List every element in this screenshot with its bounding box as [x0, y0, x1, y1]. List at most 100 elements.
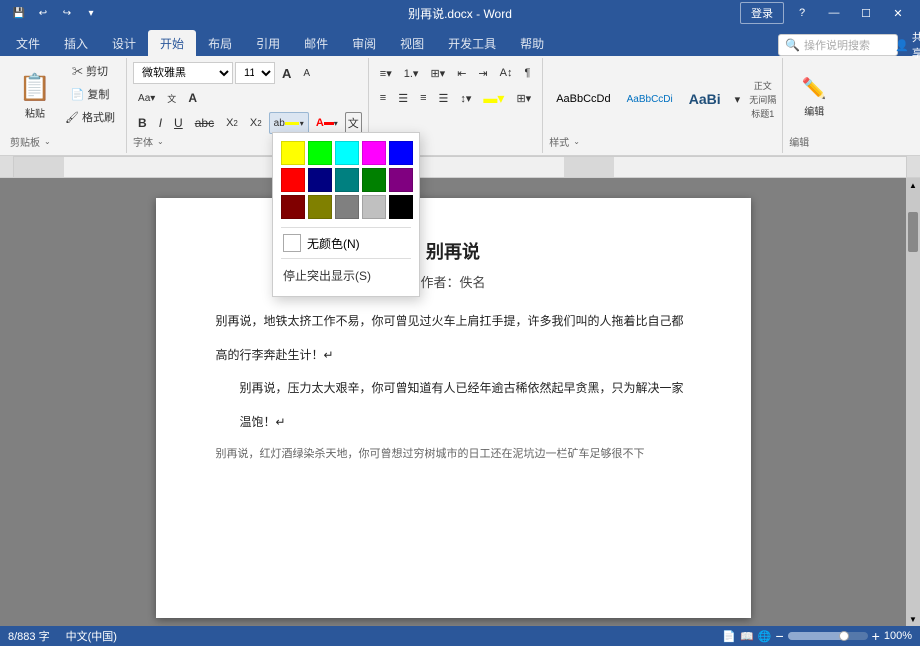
highlight-color-button[interactable]: ab ▾: [269, 112, 309, 134]
underline-button[interactable]: U: [169, 112, 188, 134]
zoom-in-button[interactable]: +: [872, 628, 880, 644]
cut-button[interactable]: ✂ 剪切: [60, 60, 120, 82]
align-right-button[interactable]: ≡: [415, 87, 431, 109]
doc-para-3[interactable]: 别再说，压力太大艰辛，你可曾知道有人已经年逾古稀依然起早贪黑，只为解决一家: [216, 378, 691, 400]
color-swatch-000080[interactable]: [308, 168, 332, 192]
strikethrough-button[interactable]: abc: [190, 112, 219, 134]
clipboard-expand-icon[interactable]: ⌄: [44, 137, 51, 146]
bullets-button[interactable]: ≡▾: [375, 62, 397, 84]
tab-references[interactable]: 引用: [244, 30, 292, 56]
justify-button[interactable]: ☰: [434, 87, 454, 109]
color-swatch-000000[interactable]: [389, 195, 413, 219]
color-swatch-ff00ff[interactable]: [362, 141, 386, 165]
tab-layout[interactable]: 布局: [196, 30, 244, 56]
color-swatch-ffff00[interactable]: [281, 141, 305, 165]
zoom-slider-thumb[interactable]: [839, 631, 849, 641]
show-marks-button[interactable]: ¶: [519, 62, 535, 84]
align-center-button[interactable]: ☰: [393, 87, 413, 109]
zoom-out-button[interactable]: −: [775, 628, 783, 644]
shading-button[interactable]: ▬▾: [478, 87, 509, 109]
phonetic-button[interactable]: 文: [162, 87, 181, 109]
paste-button[interactable]: 📋 粘贴: [10, 60, 60, 132]
zoom-slider[interactable]: [788, 632, 868, 640]
numbering-button[interactable]: 1.▾: [399, 62, 424, 84]
line-spacing-button[interactable]: ↕▾: [455, 87, 476, 109]
copy-button[interactable]: 📄 复制: [60, 83, 120, 105]
color-swatch-ff0000[interactable]: [281, 168, 305, 192]
font-name-select[interactable]: 微软雅黑: [133, 62, 233, 84]
color-swatch-008080[interactable]: [335, 168, 359, 192]
vertical-scrollbar[interactable]: ▲ ▼: [906, 178, 920, 626]
styles-more-button[interactable]: ▾: [730, 88, 746, 110]
font-a-button[interactable]: A: [183, 87, 202, 109]
format-painter-button[interactable]: 🖌 格式刷: [60, 106, 120, 128]
font-shrink-button[interactable]: A: [298, 62, 315, 84]
maximize-button[interactable]: ☐: [852, 0, 880, 26]
doc-para-4[interactable]: 温饱！↵: [216, 412, 691, 434]
color-swatch-808080[interactable]: [335, 195, 359, 219]
font-size-select[interactable]: 11: [235, 62, 275, 84]
customize-qa-button[interactable]: ▾: [80, 2, 102, 24]
style-h1-button[interactable]: AaBi: [682, 88, 728, 110]
layout-view-icon[interactable]: 📄: [722, 630, 736, 643]
doc-para-2[interactable]: 高的行李奔赴生计！↵: [216, 345, 691, 367]
font-color-arrow[interactable]: ▾: [334, 119, 338, 128]
increase-indent-button[interactable]: ⇥: [473, 62, 492, 84]
color-swatch-0000ff[interactable]: [389, 141, 413, 165]
editing-button[interactable]: ✏️ 编辑: [789, 64, 839, 130]
share-button[interactable]: 👤 共享: [898, 34, 920, 56]
doc-para-1[interactable]: 别再说，地铁太挤工作不易，你可曾见过火车上肩扛手提，许多我们叫的人拖着比自己都: [216, 311, 691, 333]
scroll-up-button[interactable]: ▲: [906, 178, 920, 192]
color-swatch-00ffff[interactable]: [335, 141, 359, 165]
tab-mail[interactable]: 邮件: [292, 30, 340, 56]
color-swatch-c0c0c0[interactable]: [362, 195, 386, 219]
styles-expand-icon[interactable]: ⌄: [573, 137, 580, 146]
color-swatch-008000[interactable]: [362, 168, 386, 192]
tab-help[interactable]: 帮助: [508, 30, 556, 56]
font-expand-icon[interactable]: ⌄: [157, 137, 164, 146]
multilevel-button[interactable]: ⊞▾: [425, 62, 450, 84]
align-left-button[interactable]: ≡: [375, 87, 391, 109]
help-icon[interactable]: ?: [788, 0, 816, 26]
font-color-button[interactable]: A ▾: [311, 112, 343, 134]
color-swatch-800000[interactable]: [281, 195, 305, 219]
font-grow-button[interactable]: A: [277, 62, 296, 84]
tab-home[interactable]: 开始: [148, 30, 196, 56]
color-swatch-800080[interactable]: [389, 168, 413, 192]
decrease-indent-button[interactable]: ⇤: [452, 62, 471, 84]
minimize-button[interactable]: —: [820, 0, 848, 26]
subscript-button[interactable]: X2: [221, 112, 243, 134]
bold-button[interactable]: B: [133, 112, 152, 134]
tab-developer[interactable]: 开发工具: [436, 30, 508, 56]
char-border-button[interactable]: 文: [345, 112, 362, 134]
style-nospace-button[interactable]: AaBbCcDi: [620, 88, 680, 110]
close-button[interactable]: ✕: [884, 0, 912, 26]
tab-review[interactable]: 审阅: [340, 30, 388, 56]
italic-button[interactable]: I: [154, 112, 167, 134]
read-view-icon[interactable]: 📖: [740, 630, 754, 643]
color-swatch-00ff00[interactable]: [308, 141, 332, 165]
redo-button[interactable]: ↪: [56, 2, 78, 24]
scroll-thumb[interactable]: [908, 212, 918, 252]
scroll-down-button[interactable]: ▼: [906, 612, 920, 626]
save-button[interactable]: 💾: [8, 2, 30, 24]
undo-button[interactable]: ↩: [32, 2, 54, 24]
tab-design[interactable]: 设计: [100, 30, 148, 56]
clear-format-button[interactable]: Aa▾: [133, 87, 160, 109]
tab-insert[interactable]: 插入: [52, 30, 100, 56]
highlight-dropdown-arrow[interactable]: ▾: [300, 119, 304, 128]
search-bar[interactable]: 🔍 操作说明搜索: [778, 34, 898, 56]
web-view-icon[interactable]: 🌐: [758, 630, 772, 643]
border-button[interactable]: ⊞▾: [511, 87, 536, 109]
login-button[interactable]: 登录: [740, 2, 784, 24]
superscript-button[interactable]: X2: [245, 112, 267, 134]
tab-file[interactable]: 文件: [4, 30, 52, 56]
color-swatch-808000[interactable]: [308, 195, 332, 219]
tab-view[interactable]: 视图: [388, 30, 436, 56]
stop-highlight-option[interactable]: 停止突出显示(S): [281, 263, 411, 288]
sort-button[interactable]: A↕: [495, 62, 518, 84]
no-color-option[interactable]: 无颜色(N): [281, 232, 411, 254]
style-normal-button[interactable]: AaBbCcDd: [549, 88, 617, 110]
doc-scroll-area[interactable]: 别再说 作者：佚名 别再说，地铁太挤工作不易，你可曾见过火车上肩扛手提，许多我们…: [0, 178, 906, 626]
doc-para-5[interactable]: 别再说，红灯酒绿染杀天地，你可曾想过穷树城市的日工还在泥坑边一栏矿车足够很不下: [216, 445, 691, 465]
